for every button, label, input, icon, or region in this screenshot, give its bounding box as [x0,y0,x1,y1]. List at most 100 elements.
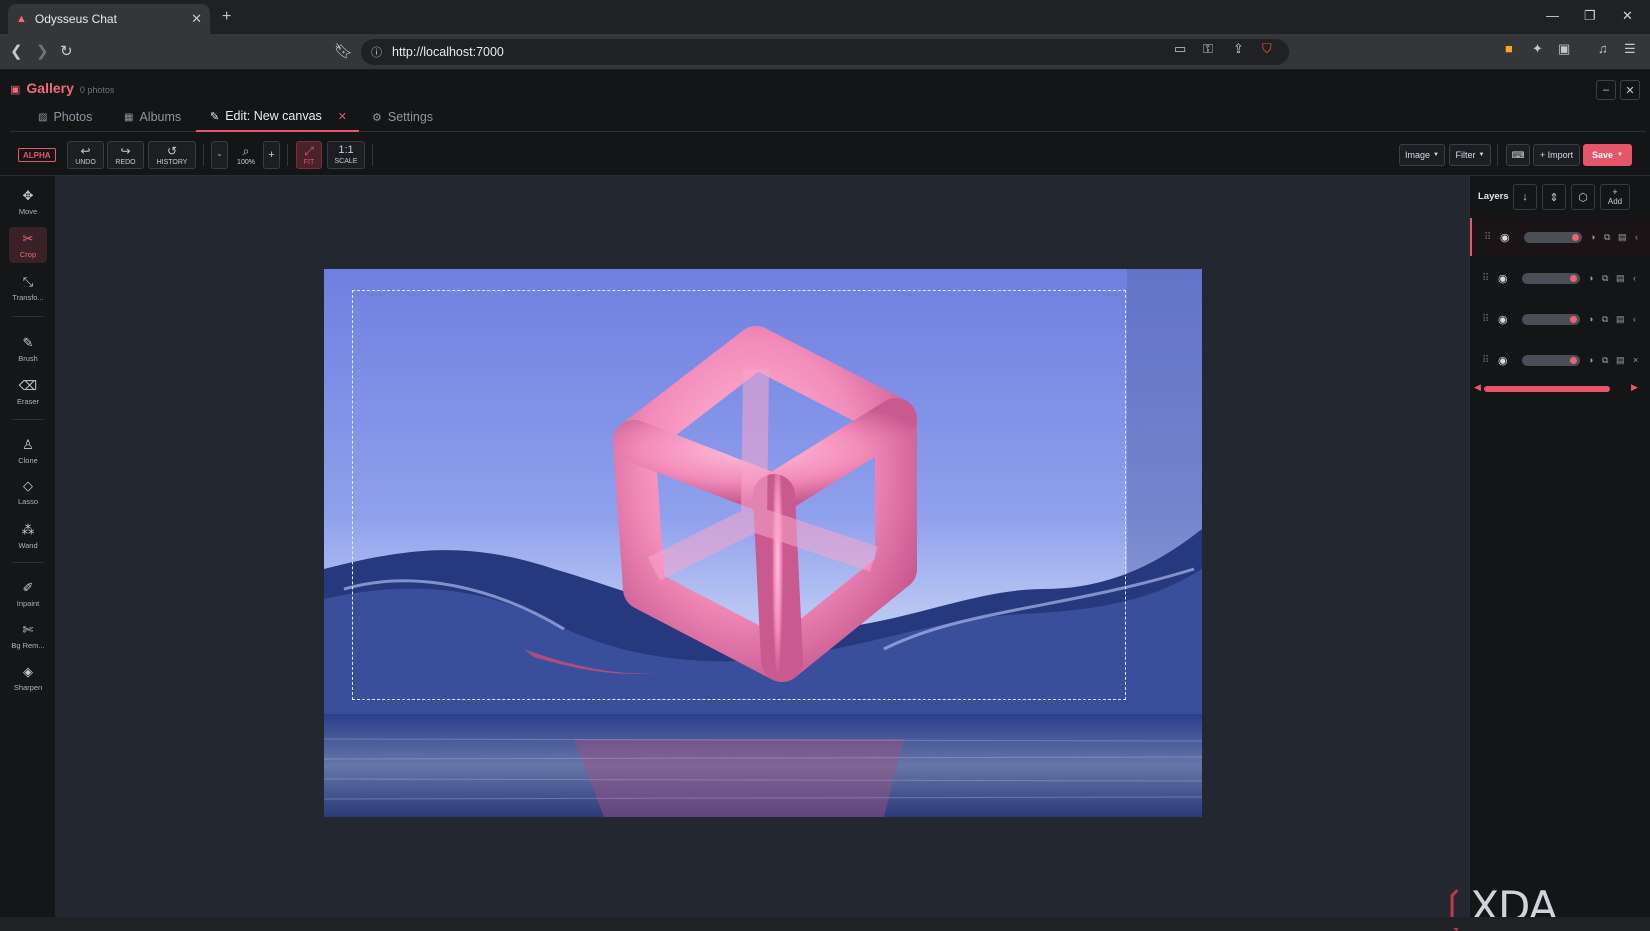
duplicate-icon[interactable]: ⧉ [1602,355,1608,366]
tool-sharpen[interactable]: ◈ Sharpen [9,660,47,696]
flatten-button[interactable]: ⇕ [1542,184,1566,210]
forward-icon[interactable]: ❯ [36,42,49,60]
import-button[interactable]: + Import [1533,144,1580,166]
close-icon[interactable]: × [1633,355,1638,365]
blend-icon[interactable]: ◑ [1588,355,1593,365]
puzzle-icon[interactable]: ✦ [1532,41,1543,57]
tab-settings[interactable]: ⚙ Settings [372,102,433,132]
site-info-icon[interactable]: ⓘ [371,44,382,60]
layers-scrollbar[interactable] [1484,386,1610,392]
opacity-slider[interactable] [1522,272,1580,284]
crop-selection[interactable] [352,290,1126,700]
tab-edit[interactable]: ✎ Edit: New canvas ✕ [196,102,360,132]
fit-button[interactable]: ⤢ FIT [296,141,322,169]
cast-icon[interactable]: ▭ [1174,41,1186,57]
filter-menu-button[interactable]: Filter ▼ [1449,144,1491,166]
sidebar-icon[interactable]: ▣ [1558,41,1570,57]
new-tab-button[interactable]: + [222,8,231,26]
reload-icon[interactable]: ↻ [60,42,73,60]
music-icon[interactable]: ♫ [1598,41,1608,56]
slider-knob[interactable] [1572,233,1579,241]
eye-icon[interactable]: ◉ [1500,231,1510,244]
layer-row[interactable]: ⠿ ◉ ◑ ⧉ ▤ ‹ [1470,300,1650,338]
opacity-slider[interactable] [1522,313,1580,325]
key-icon[interactable]: ⚿ [1203,41,1213,57]
more-icon[interactable]: ‹ [1635,232,1638,242]
tool-wand[interactable]: ⁂ Wand [9,518,47,554]
slider-knob[interactable] [1570,315,1577,323]
duplicate-icon[interactable]: ⧉ [1602,273,1608,284]
scroll-left-icon[interactable]: ◀ [1474,382,1481,393]
duplicate-icon[interactable]: ⧉ [1602,314,1608,325]
minimize-panel-button[interactable]: – [1596,80,1616,100]
scale-button[interactable]: 1:1 SCALE [327,141,365,169]
image-menu-button[interactable]: Image ▼ [1399,144,1445,166]
blend-icon[interactable]: ◑ [1588,314,1593,324]
drag-handle-icon[interactable]: ⠿ [1482,355,1489,366]
extension-icon[interactable]: ■ [1505,41,1513,56]
tab-albums[interactable]: ▦ Albums [124,102,181,132]
share-icon[interactable]: ⇪ [1233,41,1244,57]
eye-icon[interactable]: ◉ [1498,272,1508,285]
tool-lasso[interactable]: ◇ Lasso [9,474,47,510]
close-panel-button[interactable]: ✕ [1620,80,1640,100]
zoom-out-button[interactable]: - [211,141,228,169]
slider-knob[interactable] [1570,356,1577,364]
tool-brush[interactable]: ✎ Brush [9,331,47,367]
more-icon[interactable]: ‹ [1633,314,1636,324]
tool-bg-remove[interactable]: ✄ Bg Rem... [9,618,47,654]
save-button[interactable]: Save ▼ [1583,144,1632,166]
browser-tab[interactable]: ▲ Odysseus Chat ✕ [8,4,210,34]
menu-icon[interactable]: ☰ [1624,41,1636,57]
add-layer-label: Add [1607,197,1623,206]
eye-icon[interactable]: ◉ [1498,354,1508,367]
tool-transform[interactable]: ⤡ Transfo... [9,270,47,306]
minimize-window-icon[interactable]: — [1546,8,1559,23]
address-bar[interactable]: ⓘ http://localhost:7000 [361,39,1289,65]
tool-move[interactable]: ✥ Move [9,184,47,220]
zoom-in-button[interactable]: + [263,141,280,169]
opacity-slider[interactable] [1524,231,1582,243]
opacity-slider[interactable] [1522,354,1580,366]
tool-crop[interactable]: ✂ Crop [9,227,47,263]
restore-window-icon[interactable]: ❐ [1584,8,1596,24]
add-layer-button[interactable]: + Add [1600,184,1630,210]
undo-button[interactable]: ↩ UNDO [67,141,104,169]
keyboard-button[interactable]: ⌨ [1506,144,1530,166]
image-icon[interactable]: ▤ [1616,273,1625,284]
layer-mask-button[interactable]: ⬡ [1571,184,1595,210]
layer-row[interactable]: ⠿ ◉ ◑ ⧉ ▤ × [1470,341,1650,379]
redo-button[interactable]: ↪ REDO [107,141,144,169]
layer-row[interactable]: ⠿ ◉ ◑ ⧉ ▤ ‹ [1470,259,1650,297]
tool-inpaint[interactable]: ✐ Inpaint [9,576,47,612]
duplicate-icon[interactable]: ⧉ [1604,232,1610,243]
image-icon[interactable]: ▤ [1618,232,1627,243]
layer-row[interactable]: ⠿ ◉ ◑ ⧉ ▤ ‹ [1470,218,1650,256]
close-edit-tab-icon[interactable]: ✕ [338,110,347,123]
drag-handle-icon[interactable]: ⠿ [1482,314,1489,325]
history-button[interactable]: ↺ HISTORY [148,141,196,169]
back-icon[interactable]: ❮ [10,42,23,60]
tool-label: Move [18,207,38,216]
tool-clone[interactable]: ♙ Clone [9,433,47,469]
slider-knob[interactable] [1570,274,1577,282]
canvas-area[interactable] [56,176,1469,917]
tool-label: Sharpen [13,683,43,692]
scroll-right-icon[interactable]: ▶ [1631,382,1638,393]
tab-photos[interactable]: ▨ Photos [38,102,92,132]
close-window-icon[interactable]: ✕ [1622,8,1633,24]
url-text[interactable]: http://localhost:7000 [392,45,504,59]
drag-handle-icon[interactable]: ⠿ [1482,273,1489,284]
drag-handle-icon[interactable]: ⠿ [1484,232,1491,243]
blend-icon[interactable]: ◑ [1590,232,1595,242]
blend-icon[interactable]: ◑ [1588,273,1593,283]
bookmark-icon[interactable]: 🔖︎ [334,42,353,60]
close-tab-icon[interactable]: ✕ [191,11,202,27]
image-icon[interactable]: ▤ [1616,314,1625,325]
image-icon[interactable]: ▤ [1616,355,1625,366]
tool-eraser[interactable]: ⌫ Eraser [9,374,47,410]
more-icon[interactable]: ‹ [1633,273,1636,283]
brave-shield-icon[interactable]: ⛉ [1262,41,1272,57]
merge-down-button[interactable]: ↓ [1513,184,1537,210]
eye-icon[interactable]: ◉ [1498,313,1508,326]
